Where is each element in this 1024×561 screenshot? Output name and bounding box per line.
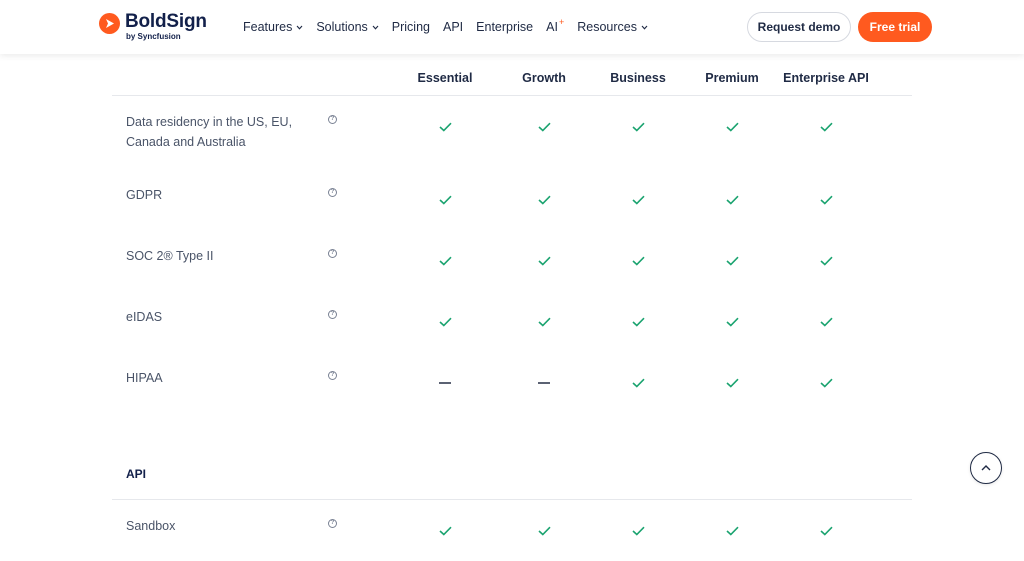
dash-icon bbox=[435, 376, 455, 390]
nav-item-label: Resources bbox=[577, 20, 637, 34]
check-icon bbox=[534, 524, 554, 538]
chevron-down-icon bbox=[372, 25, 379, 30]
feature-label: HIPAA bbox=[126, 371, 163, 385]
check-icon bbox=[722, 254, 742, 268]
sparkle-icon: + bbox=[558, 17, 565, 27]
nav-item-ai[interactable]: AI + bbox=[546, 17, 565, 34]
check-icon bbox=[816, 315, 836, 329]
check-icon bbox=[722, 376, 742, 390]
site-header: BoldSign by Syncfusion Features Solutions… bbox=[0, 0, 1024, 54]
nav-item-label: Pricing bbox=[391, 20, 430, 34]
scroll-to-top-button[interactable] bbox=[970, 452, 1002, 484]
check-icon bbox=[722, 120, 742, 134]
check-icon bbox=[534, 120, 554, 134]
nav-item-label: API bbox=[443, 20, 464, 34]
boldsign-logo[interactable]: BoldSign by Syncfusion bbox=[99, 12, 207, 42]
check-icon bbox=[435, 120, 455, 134]
check-icon bbox=[534, 193, 554, 207]
section-title: API bbox=[126, 467, 147, 481]
table-row: Sandbox? bbox=[112, 500, 912, 561]
nav-item-features[interactable]: Features bbox=[243, 20, 303, 34]
chevron-down-icon bbox=[296, 25, 303, 30]
info-circle-icon[interactable]: ? bbox=[328, 519, 337, 528]
check-icon bbox=[816, 524, 836, 538]
main-nav: Features Solutions Pricing API Enterprise AI +… bbox=[243, 0, 661, 54]
check-icon bbox=[435, 524, 455, 538]
check-icon bbox=[628, 315, 648, 329]
check-icon bbox=[722, 193, 742, 207]
free-trial-button[interactable]: Free trial bbox=[858, 12, 932, 42]
plan-header-enterprise-api: Enterprise API bbox=[783, 71, 869, 85]
table-header: Essential Growth Business Premium Enterprise… bbox=[112, 54, 912, 96]
info-circle-icon[interactable]: ? bbox=[328, 115, 337, 124]
plan-header-growth: Growth bbox=[522, 71, 566, 85]
nav-item-label: AI bbox=[546, 20, 558, 34]
check-icon bbox=[816, 376, 836, 390]
info-circle-icon[interactable]: ? bbox=[328, 188, 337, 197]
feature-label: eIDAS bbox=[126, 310, 163, 324]
check-icon bbox=[816, 193, 836, 207]
logo-name: BoldSign bbox=[125, 11, 207, 32]
check-icon bbox=[722, 524, 742, 538]
nav-item-pricing[interactable]: Pricing bbox=[392, 20, 430, 34]
check-icon bbox=[435, 193, 455, 207]
nav-item-enterprise[interactable]: Enterprise bbox=[476, 20, 533, 34]
nav-item-label: Features bbox=[243, 20, 293, 34]
table-row: eIDAS? bbox=[112, 291, 912, 352]
feature-label: Sandbox bbox=[126, 519, 176, 533]
plan-header-business: Business bbox=[610, 71, 666, 85]
check-icon bbox=[628, 120, 648, 134]
feature-label: GDPR bbox=[126, 188, 163, 202]
nav-item-label: Enterprise bbox=[476, 20, 534, 34]
check-icon bbox=[435, 315, 455, 329]
api-rows: Sandbox? bbox=[112, 500, 912, 561]
check-icon bbox=[628, 376, 648, 390]
info-circle-icon[interactable]: ? bbox=[328, 310, 337, 319]
dash-icon bbox=[534, 376, 554, 390]
table-row: SOC 2® Type II? bbox=[112, 230, 912, 291]
info-circle-icon[interactable]: ? bbox=[328, 371, 337, 380]
chevron-up-icon bbox=[981, 465, 991, 471]
check-icon bbox=[628, 254, 648, 268]
security-rows: Data residency in the US, EU, Canada and… bbox=[112, 96, 912, 413]
nav-item-solutions[interactable]: Solutions bbox=[316, 20, 379, 34]
table-row: HIPAA? bbox=[112, 352, 912, 413]
chevron-down-icon bbox=[641, 25, 648, 30]
nav-item-resources[interactable]: Resources bbox=[577, 20, 648, 34]
plan-header-essential: Essential bbox=[417, 71, 473, 85]
plan-header-premium: Premium bbox=[705, 71, 759, 85]
table-row: Data residency in the US, EU, Canada and… bbox=[112, 96, 912, 169]
check-icon bbox=[628, 193, 648, 207]
check-icon bbox=[628, 524, 648, 538]
feature-label: Data residency in the US, EU, Canada and… bbox=[126, 115, 293, 149]
request-demo-button[interactable]: Request demo bbox=[747, 12, 851, 42]
section-api: API bbox=[112, 427, 912, 500]
check-icon bbox=[534, 254, 554, 268]
nav-item-api[interactable]: API bbox=[443, 20, 463, 34]
check-icon bbox=[722, 315, 742, 329]
logo-subtitle: by Syncfusion bbox=[126, 32, 181, 41]
check-icon bbox=[816, 120, 836, 134]
feature-label: SOC 2® Type II bbox=[126, 249, 214, 263]
check-icon bbox=[435, 254, 455, 268]
plan-comparison-table: Essential Growth Business Premium Enterprise… bbox=[112, 54, 912, 561]
info-circle-icon[interactable]: ? bbox=[328, 249, 337, 258]
check-icon bbox=[816, 254, 836, 268]
table-row: GDPR? bbox=[112, 169, 912, 230]
check-icon bbox=[534, 315, 554, 329]
boldsign-logo-icon bbox=[99, 13, 120, 34]
nav-item-label: Solutions bbox=[316, 20, 368, 34]
